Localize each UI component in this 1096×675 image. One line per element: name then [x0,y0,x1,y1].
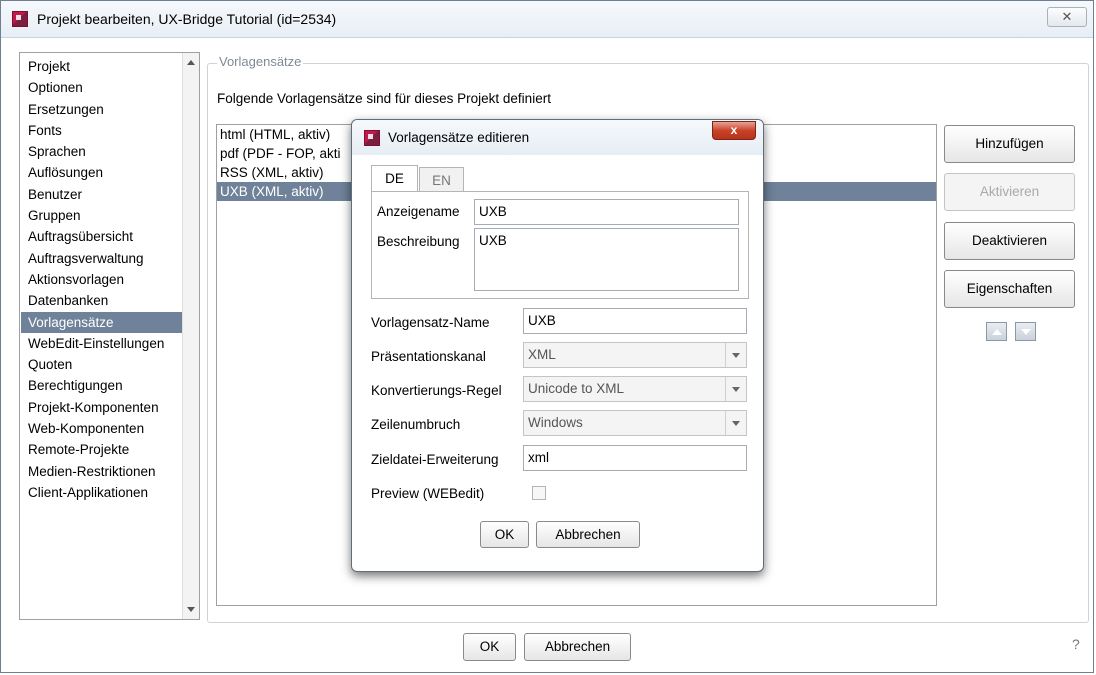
description-field[interactable]: UXB [474,228,739,291]
activate-button[interactable]: Aktivieren [944,173,1075,211]
preview-checkbox[interactable] [532,486,546,500]
conversion-value: Unicode to XML [528,381,625,396]
linebreak-value: Windows [528,415,583,430]
nav-item[interactable]: Auftragsverwaltung [21,248,184,269]
chevron-down-icon[interactable] [725,343,746,367]
template-name-field[interactable]: UXB [523,308,747,334]
linebreak-label: Zeilenumbruch [371,417,461,432]
channel-value: XML [528,347,556,362]
deactivate-button[interactable]: Deaktivieren [944,222,1075,260]
templateset-edit-dialog: Vorlagensätze editieren x DE EN Anzeigen… [351,119,764,572]
nav-item[interactable]: Aktionsvorlagen [21,269,184,290]
extension-label: Zieldatei-Erweiterung [371,452,499,467]
nav-item[interactable]: Gruppen [21,205,184,226]
conversion-label: Konvertierungs-Regel [371,383,502,398]
nav-item[interactable]: Sprachen [21,141,184,162]
move-down-button[interactable] [1015,322,1036,341]
channel-select[interactable]: XML [523,342,747,368]
intro-text: Folgende Vorlagensätze sind für dieses P… [217,91,551,106]
nav-item[interactable]: Projekt [21,56,184,77]
preview-label: Preview (WEBedit) [371,486,485,501]
arrow-down-icon [1021,329,1031,335]
description-label: Beschreibung [377,234,460,249]
nav-item[interactable]: Benutzer [21,184,184,205]
close-button[interactable]: ✕ [1047,7,1087,27]
nav-item[interactable]: Auflösungen [21,162,184,183]
dialog-title-bar: Vorlagensätze editieren x [352,120,763,155]
nav-item[interactable]: Ersetzungen [21,99,184,120]
app-logo-icon [12,11,28,27]
ok-button[interactable]: OK [463,633,516,661]
dialog-close-button[interactable]: x [712,121,756,140]
chevron-down-icon[interactable] [725,377,746,401]
nav-item[interactable]: Web-Komponenten [21,418,184,439]
dialog-cancel-button[interactable]: Abbrechen [536,521,640,548]
channel-label: Präsentationskanal [371,349,486,364]
display-name-field[interactable]: UXB [474,199,739,225]
group-title: Vorlagensätze [217,54,304,69]
nav-item[interactable]: Optionen [21,77,184,98]
properties-button[interactable]: Eigenschaften [944,270,1075,308]
nav-item[interactable]: Medien-Restriktionen [21,461,184,482]
chevron-down-icon[interactable] [725,411,746,435]
nav-scrollbar[interactable] [182,53,199,619]
arrow-up-icon [992,329,1002,335]
tab-en[interactable]: EN [419,167,464,191]
cancel-button[interactable]: Abbrechen [524,633,631,661]
nav-item[interactable]: Datenbanken [21,290,184,311]
move-up-button[interactable] [986,322,1007,341]
scroll-down-icon[interactable] [187,607,195,612]
dialog-ok-button[interactable]: OK [480,521,529,548]
nav-item[interactable]: Quoten [21,354,184,375]
nav-item[interactable]: Client-Applikationen [21,482,184,503]
display-name-label: Anzeigename [377,204,460,219]
title-bar: Projekt bearbeiten, UX-Bridge Tutorial (… [1,1,1093,38]
linebreak-select[interactable]: Windows [523,410,747,436]
dialog-title: Vorlagensätze editieren [388,130,530,145]
nav-item[interactable]: Projekt-Komponenten [21,397,184,418]
help-icon[interactable]: ? [1072,636,1080,652]
extension-field[interactable]: xml [523,445,747,471]
conversion-select[interactable]: Unicode to XML [523,376,747,402]
add-button[interactable]: Hinzufügen [944,125,1075,163]
nav-item[interactable]: Remote-Projekte [21,439,184,460]
dialog-logo-icon [364,130,380,146]
nav-item[interactable]: Berechtigungen [21,375,184,396]
nav-item[interactable]: Fonts [21,120,184,141]
scroll-up-icon[interactable] [187,60,195,65]
nav-item[interactable]: Vorlagensätze [21,311,184,333]
nav-item[interactable]: WebEdit-Einstellungen [21,333,184,354]
nav-item[interactable]: Auftragsübersicht [21,226,184,247]
nav-list: Projekt Optionen Ersetzungen Fonts Sprachen A… [21,56,184,503]
tab-de[interactable]: DE [371,165,418,191]
window-title: Projekt bearbeiten, UX-Bridge Tutorial (… [37,11,337,27]
template-name-label: Vorlagensatz-Name [371,315,490,330]
settings-nav: Projekt Optionen Ersetzungen Fonts Sprachen A… [19,52,200,620]
